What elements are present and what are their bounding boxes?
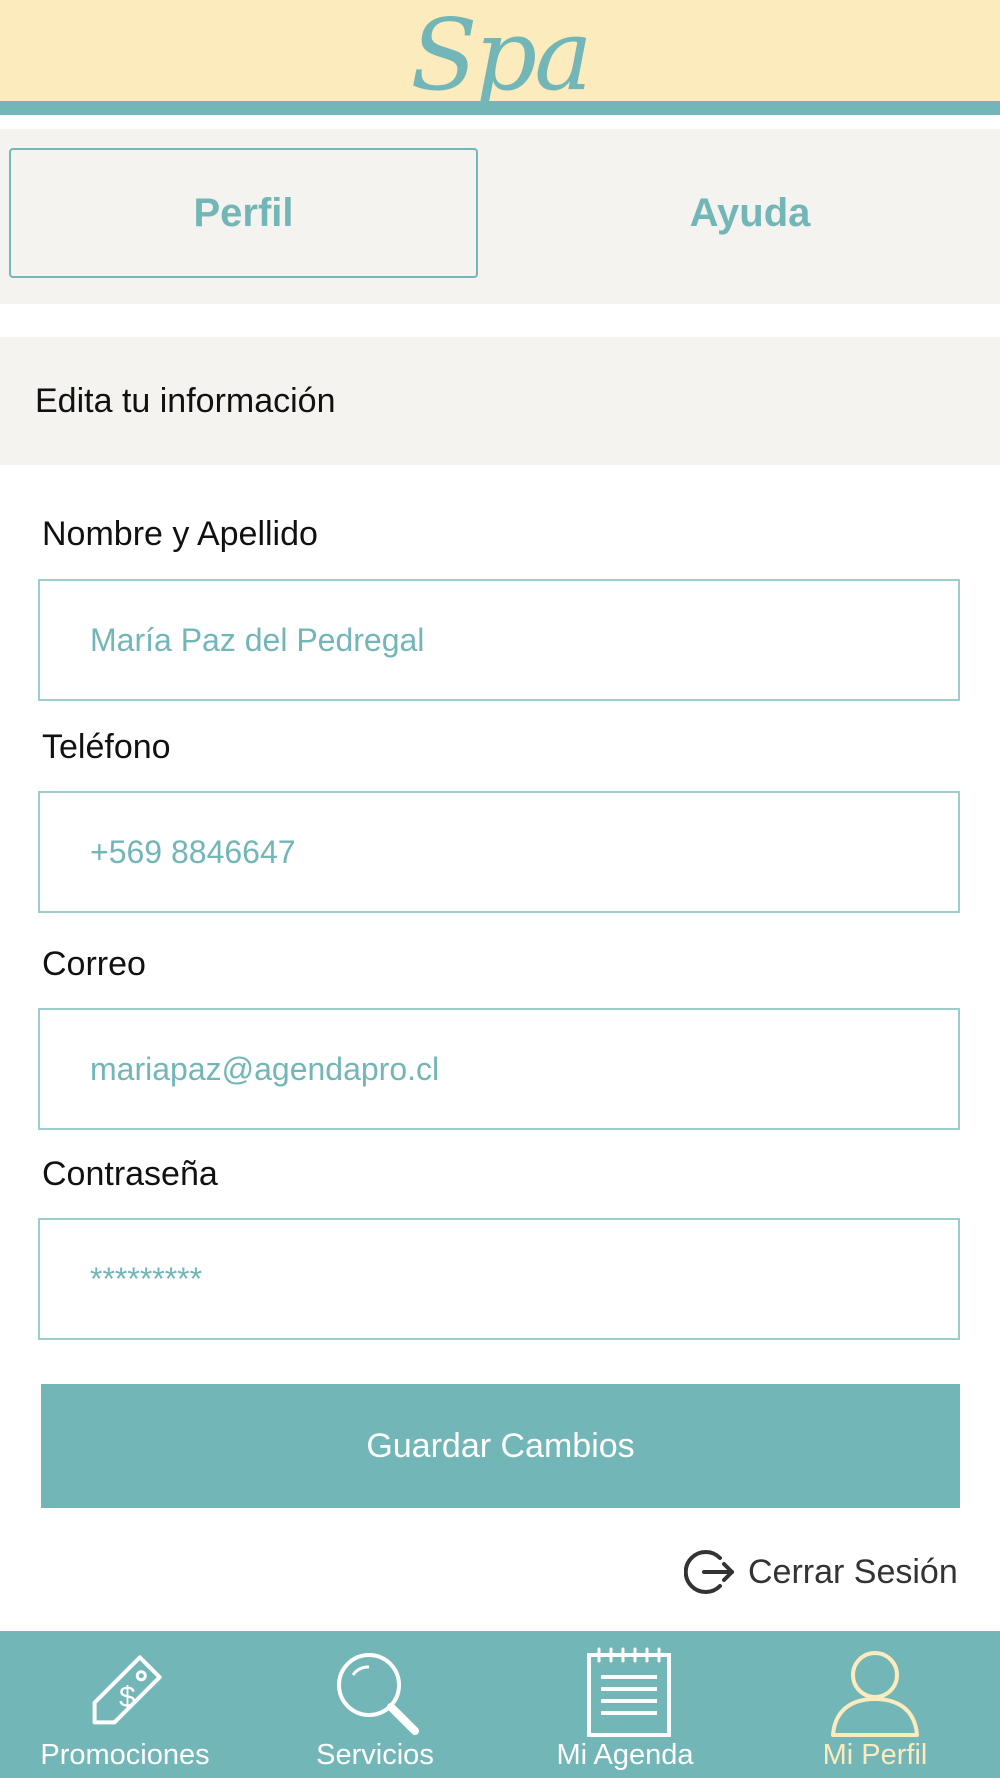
section-title: Edita tu información (0, 337, 1000, 465)
user-icon (831, 1651, 919, 1737)
tab-perfil[interactable]: Perfil (9, 148, 478, 278)
profile-tabbar: Perfil Ayuda (0, 129, 1000, 304)
notepad-icon (587, 1647, 671, 1737)
nav-label-mi-perfil: Mi Perfil (822, 1739, 928, 1771)
save-changes-button[interactable]: Guardar Cambios (41, 1384, 960, 1508)
app-logo: Spa (410, 0, 592, 113)
price-tag-icon: $ (92, 1655, 162, 1725)
phone-field[interactable] (38, 791, 960, 913)
password-label: Contraseña (42, 1155, 218, 1193)
email-label: Correo (42, 945, 146, 983)
bottom-nav: $ Promociones Servicios Mi Agenda Mi Per… (0, 1631, 1000, 1778)
name-label: Nombre y Apellido (42, 515, 318, 553)
name-field[interactable] (38, 579, 960, 701)
email-field[interactable] (38, 1008, 960, 1130)
nav-mi-perfil[interactable]: Mi Perfil (750, 1631, 1000, 1778)
logout-icon (684, 1550, 734, 1594)
logout-link[interactable]: Cerrar Sesión (684, 1545, 958, 1599)
nav-promociones[interactable]: $ Promociones (0, 1631, 250, 1778)
tab-ayuda[interactable]: Ayuda (520, 148, 980, 278)
app-header: Spa (0, 0, 1000, 115)
nav-label-mi-agenda: Mi Agenda (556, 1739, 694, 1771)
nav-mi-agenda[interactable]: Mi Agenda (500, 1631, 750, 1778)
nav-label-promociones: Promociones (40, 1739, 210, 1771)
svg-text:$: $ (119, 1681, 136, 1714)
phone-label: Teléfono (42, 728, 171, 766)
logout-label: Cerrar Sesión (748, 1552, 958, 1591)
search-icon (337, 1653, 419, 1735)
nav-servicios[interactable]: Servicios (250, 1631, 500, 1778)
password-field[interactable] (38, 1218, 960, 1340)
nav-label-servicios: Servicios (316, 1739, 434, 1771)
